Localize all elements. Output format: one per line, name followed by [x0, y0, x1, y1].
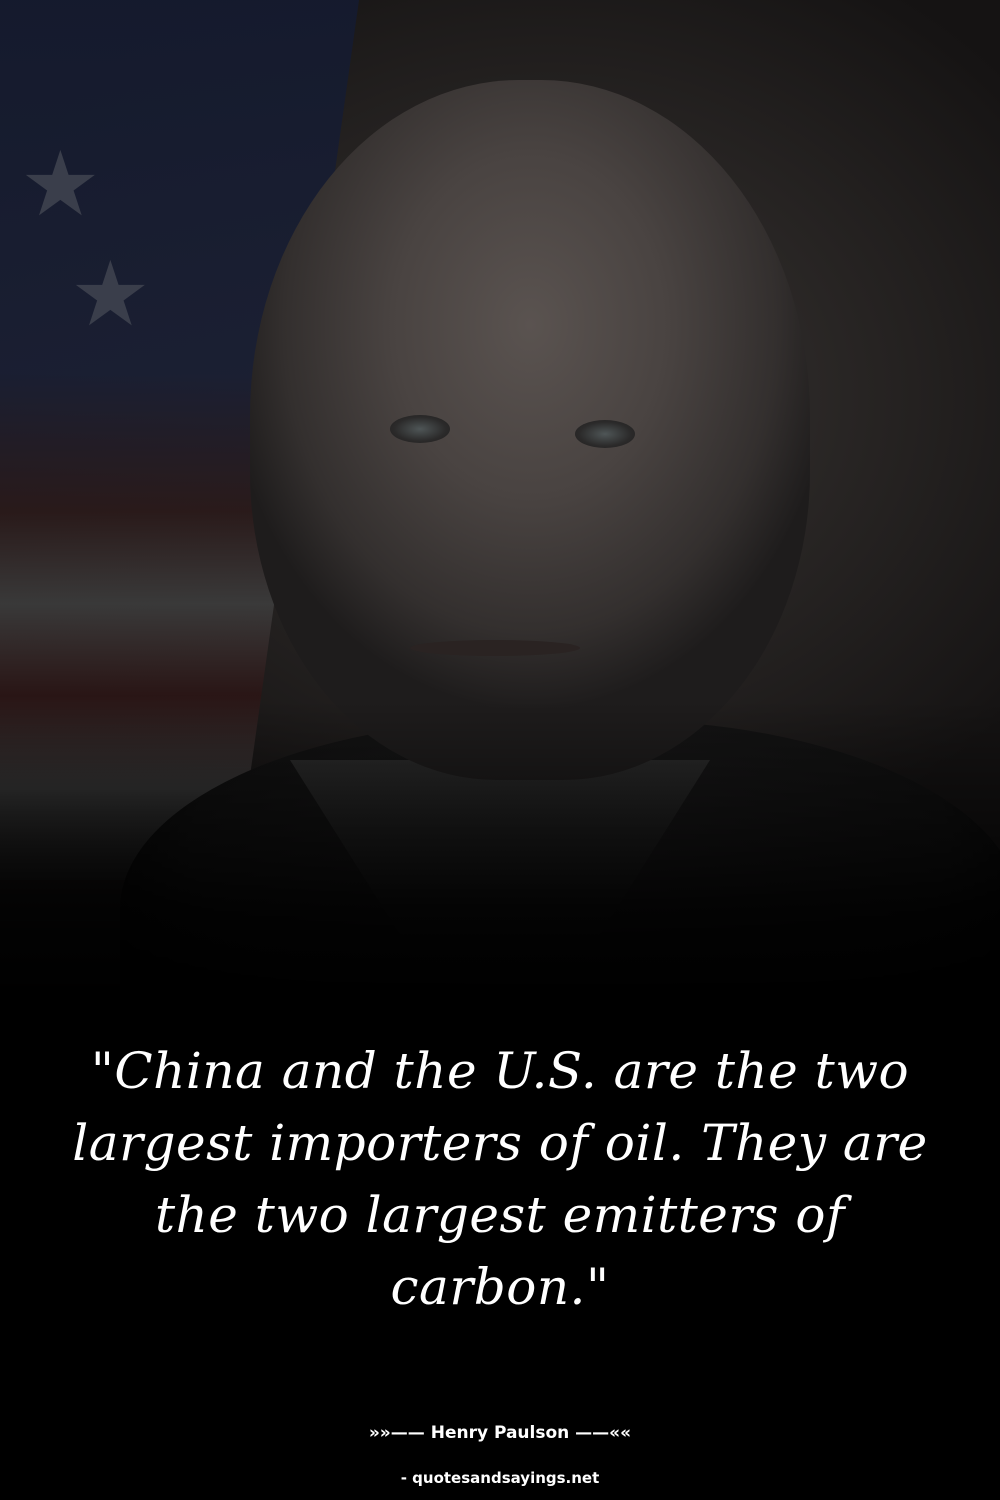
- source-site: - quotesandsayings.net: [400, 1469, 600, 1487]
- author-name: »»—— Henry Paulson ——««: [368, 1423, 632, 1443]
- mouth: [410, 640, 580, 656]
- left-eye: [390, 415, 450, 443]
- right-eye: [575, 420, 635, 448]
- quote-poster: ★ ★ "China and the U.S. are the two larg…: [0, 0, 1000, 1500]
- portrait-photo: ★ ★: [0, 0, 1000, 990]
- quote-text: "China and the U.S. are the two largest …: [72, 1042, 928, 1316]
- face: [250, 80, 810, 780]
- photo-fade: [0, 700, 1000, 990]
- flag-star-icon: ★: [70, 242, 151, 347]
- flag-star-icon: ★: [20, 132, 101, 237]
